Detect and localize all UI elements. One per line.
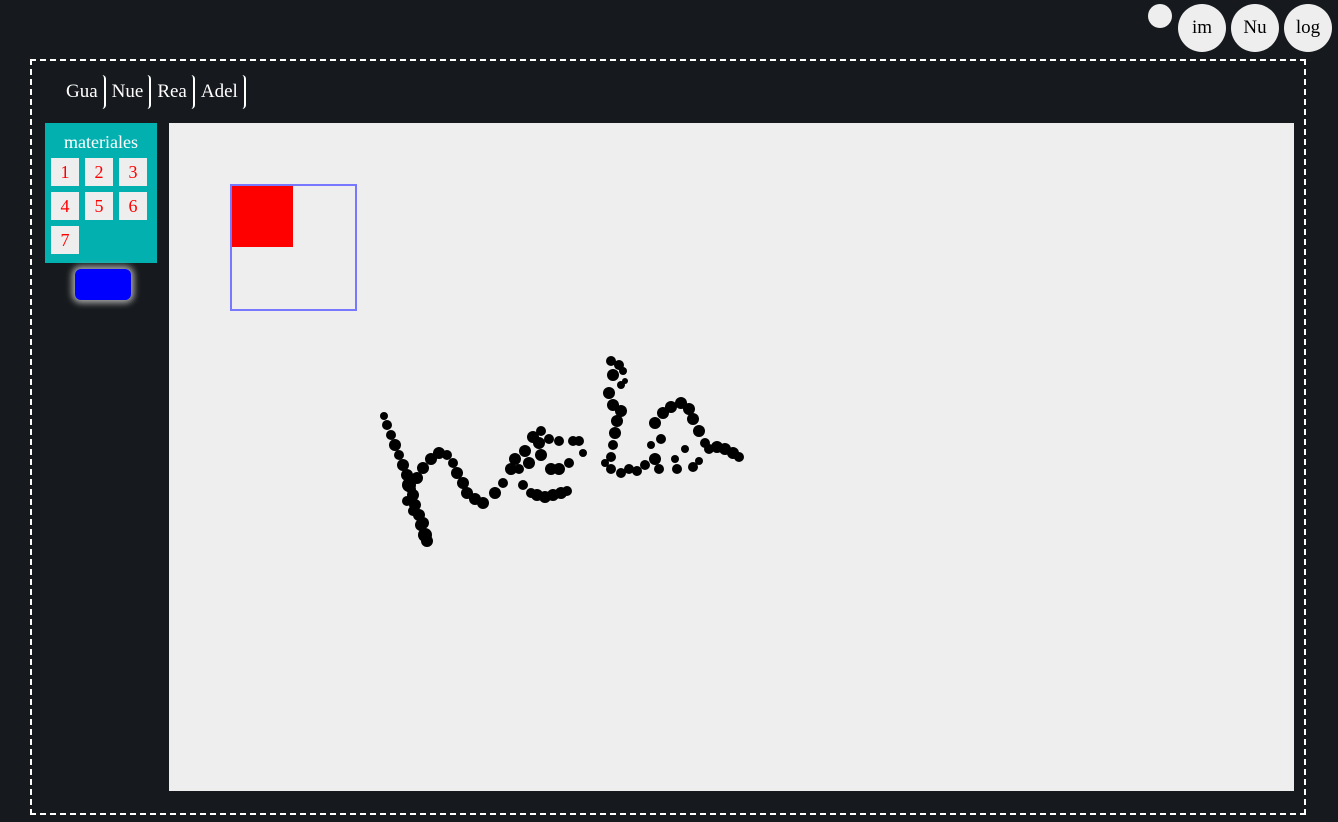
header-toolbar: im Nu log [0, 0, 1338, 60]
material-5[interactable]: 5 [85, 192, 113, 220]
drawing-canvas[interactable] [169, 123, 1294, 791]
material-3[interactable]: 3 [119, 158, 147, 186]
material-7[interactable]: 7 [51, 226, 79, 254]
material-4[interactable]: 4 [51, 192, 79, 220]
freehand-handwriting [380, 356, 744, 547]
menu-new[interactable]: Nue [106, 75, 152, 109]
material-6[interactable]: 6 [119, 192, 147, 220]
material-2[interactable]: 2 [85, 158, 113, 186]
image-button[interactable]: im [1178, 4, 1226, 52]
new-button[interactable]: Nu [1231, 4, 1279, 52]
materials-title: materiales [64, 132, 138, 152]
canvas-drawing [230, 184, 744, 547]
color-picker-swatch[interactable] [75, 269, 131, 300]
material-1[interactable]: 1 [51, 158, 79, 186]
materials-panel: materiales 1 2 3 4 5 6 7 [45, 123, 157, 263]
menu-redo[interactable]: Rea [151, 75, 195, 109]
red-square-shape[interactable] [231, 185, 293, 247]
workspace-frame: Gua Nue Rea Adel materiales 1 2 3 4 5 6 … [30, 59, 1306, 815]
login-button[interactable]: log [1284, 4, 1332, 52]
status-dot[interactable] [1148, 4, 1172, 28]
menu-save[interactable]: Gua [60, 75, 106, 109]
main-menu: Gua Nue Rea Adel [60, 75, 246, 111]
menu-forward[interactable]: Adel [195, 75, 246, 109]
